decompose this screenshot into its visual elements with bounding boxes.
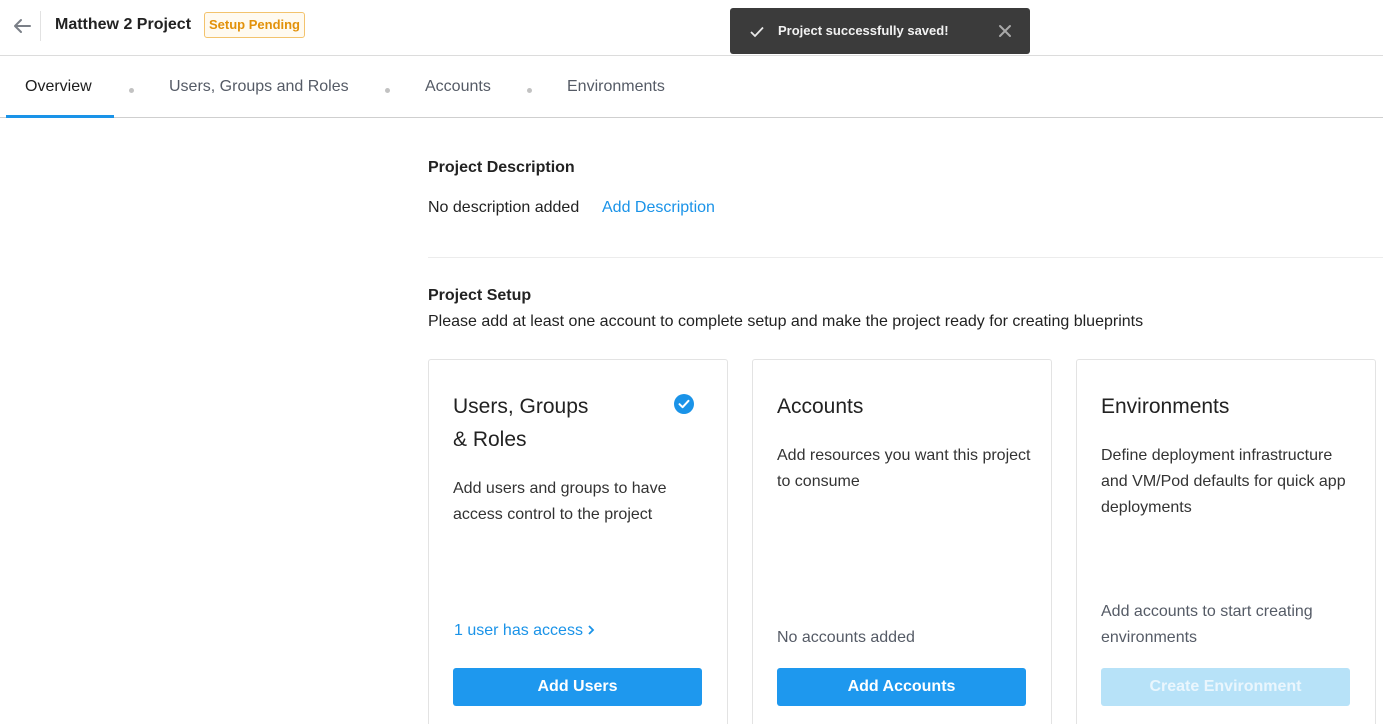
back-button[interactable] xyxy=(10,14,36,38)
add-accounts-button[interactable]: Add Accounts xyxy=(777,668,1026,706)
create-environment-button: Create Environment xyxy=(1101,668,1350,706)
tab-accounts[interactable]: Accounts xyxy=(425,56,491,118)
tab-bar: Overview Users, Groups and Roles Account… xyxy=(0,56,1383,118)
status-badge: Setup Pending xyxy=(204,12,305,38)
card-title: Users, Groups & Roles xyxy=(453,390,653,456)
active-tab-indicator xyxy=(6,115,114,118)
add-users-button[interactable]: Add Users xyxy=(453,668,702,706)
tab-separator-dot xyxy=(129,88,134,93)
tab-separator-dot xyxy=(385,88,390,93)
description-heading: Project Description xyxy=(428,159,575,176)
card-status-text: No accounts added xyxy=(777,629,915,646)
add-description-link[interactable]: Add Description xyxy=(602,199,715,217)
card-description: Add resources you want this project to c… xyxy=(777,447,1031,490)
section-divider xyxy=(428,257,1383,258)
card-users-groups-roles: Users, Groups & Roles Add users and grou… xyxy=(428,359,728,724)
description-empty-text: No description added xyxy=(428,199,580,216)
arrow-left-icon xyxy=(10,14,36,38)
setup-subtitle: Please add at least one account to compl… xyxy=(428,313,1144,330)
card-description: Define deployment infrastructure and VM/… xyxy=(1101,447,1346,516)
header-divider xyxy=(40,11,41,41)
card-title-line-2: & Roles xyxy=(453,428,527,451)
card-status-text: Add accounts to start creating environme… xyxy=(1101,603,1313,646)
close-icon[interactable] xyxy=(998,24,1012,38)
tab-users-groups-roles[interactable]: Users, Groups and Roles xyxy=(169,56,349,118)
page-header: Matthew 2 Project Setup Pending Project … xyxy=(0,0,1383,56)
success-toast: Project successfully saved! xyxy=(730,8,1030,54)
project-title: Matthew 2 Project xyxy=(55,16,192,33)
card-environments: Environments Define deployment infrastru… xyxy=(1076,359,1376,724)
check-circle-icon xyxy=(674,394,694,414)
tab-environments[interactable]: Environments xyxy=(567,56,665,118)
tab-overview[interactable]: Overview xyxy=(25,56,92,118)
card-accounts: Accounts Add resources you want this pro… xyxy=(752,359,1052,724)
card-title: Environments xyxy=(1101,395,1230,418)
chevron-right-icon xyxy=(587,622,595,640)
user-access-link[interactable]: 1 user has access xyxy=(454,622,595,640)
user-access-label: 1 user has access xyxy=(454,622,583,640)
toast-message: Project successfully saved! xyxy=(778,23,949,38)
check-icon xyxy=(750,25,764,43)
setup-heading: Project Setup xyxy=(428,287,532,304)
card-title: Accounts xyxy=(777,395,864,418)
tab-separator-dot xyxy=(527,88,532,93)
card-title-line-1: Users, Groups xyxy=(453,395,589,418)
card-description: Add users and groups to have access cont… xyxy=(453,480,667,523)
